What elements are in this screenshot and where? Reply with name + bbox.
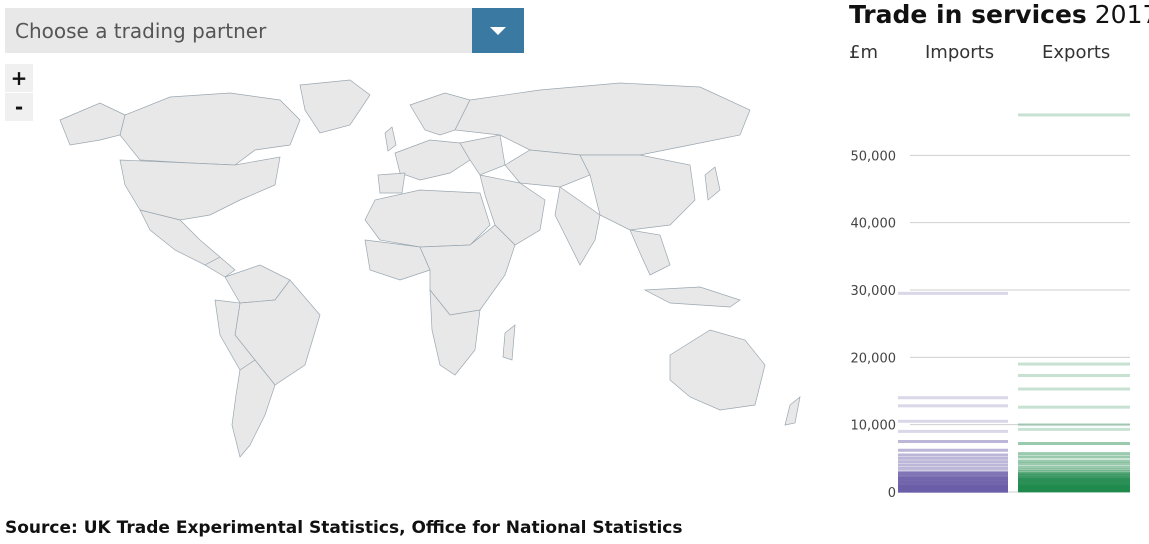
exports-bar[interactable] (1018, 405, 1130, 409)
map-country-iberia[interactable] (377, 172, 406, 194)
exports-bar-base (1018, 485, 1130, 492)
imports-bar-base (898, 485, 1008, 492)
world-map[interactable] (0, 75, 830, 495)
chart-title: Trade in services 2017 (849, 0, 1149, 29)
exports-bar[interactable] (1018, 455, 1130, 459)
chart-title-year: 2017 (1094, 0, 1149, 29)
trading-partner-select[interactable]: Choose a trading partner (5, 8, 524, 53)
chart-title-bold: Trade in services (849, 0, 1087, 29)
map-country-usa[interactable] (119, 156, 281, 221)
trading-partner-placeholder: Choose a trading partner (15, 18, 267, 43)
exports-bar[interactable] (1018, 465, 1130, 469)
dropdown-toggle-button[interactable] (472, 8, 524, 53)
map-country-australia[interactable] (669, 329, 766, 411)
imports-bar[interactable] (898, 463, 1008, 467)
y-tick-label: 50,000 (851, 149, 897, 164)
imports-bar[interactable] (898, 460, 1008, 464)
imports-bar[interactable] (898, 291, 1008, 295)
exports-bar[interactable] (1018, 113, 1130, 117)
map-country-central-asia[interactable] (504, 149, 591, 188)
exports-bar[interactable] (1018, 374, 1130, 378)
y-tick-label: 30,000 (851, 284, 897, 299)
map-country-western-europe[interactable] (394, 139, 471, 181)
map-country-uk[interactable] (384, 126, 397, 152)
map-country-madagascar[interactable] (502, 324, 516, 361)
imports-bar[interactable] (898, 456, 1008, 460)
imports-bar[interactable] (898, 440, 1008, 443)
exports-bar[interactable] (1018, 442, 1130, 446)
map-country-southeast-asia[interactable] (629, 229, 671, 276)
trade-chart: 0 10,000 20,000 30,000 40,000 50,000 (851, 113, 1130, 500)
map-country-indonesia[interactable] (643, 286, 741, 308)
y-tick-label: 40,000 (851, 217, 897, 232)
exports-bar[interactable] (1018, 387, 1130, 391)
map-country-japan[interactable] (704, 166, 721, 201)
map-country-greenland[interactable] (299, 79, 371, 134)
y-tick-label: 10,000 (851, 419, 897, 434)
map-country-new-zealand[interactable] (784, 396, 801, 426)
map-country-eastern-europe[interactable] (459, 134, 506, 176)
exports-bar[interactable] (1018, 462, 1130, 466)
exports-bar[interactable] (1018, 459, 1130, 463)
imports-bar[interactable] (898, 453, 1008, 457)
imports-bar[interactable] (898, 419, 1008, 423)
map-country-canada[interactable] (119, 92, 301, 166)
source-note: Source: UK Trade Experimental Statistics… (5, 518, 683, 538)
imports-bar[interactable] (898, 429, 1008, 433)
exports-bar[interactable] (1018, 362, 1130, 366)
imports-bar[interactable] (898, 448, 1008, 452)
map-country-india[interactable] (554, 186, 601, 266)
chevron-down-icon (490, 26, 506, 35)
imports-bar[interactable] (898, 396, 1008, 400)
y-tick-label: 20,000 (851, 351, 897, 366)
exports-bar[interactable] (1018, 427, 1130, 431)
y-tick-label: 0 (888, 486, 896, 500)
exports-bar[interactable] (1018, 423, 1130, 427)
imports-bar[interactable] (898, 404, 1008, 408)
exports-bar[interactable] (1018, 452, 1130, 456)
imports-bar[interactable] (898, 466, 1008, 470)
map-country-alaska[interactable] (59, 102, 126, 146)
map-country-north-africa[interactable] (364, 189, 491, 248)
